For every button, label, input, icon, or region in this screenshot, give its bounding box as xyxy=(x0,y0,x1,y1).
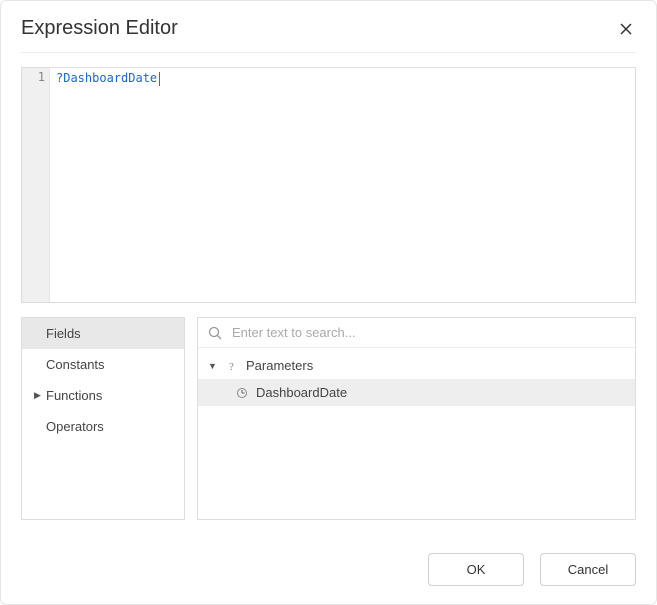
dialog-footer: OK Cancel xyxy=(21,533,636,586)
search-input[interactable] xyxy=(230,324,625,341)
caret-right-icon: ▶ xyxy=(34,390,42,401)
line-number: 1 xyxy=(22,70,45,84)
category-functions[interactable]: ▶ Functions xyxy=(22,380,184,411)
fields-panel: ▼ ? Parameters DashboardDate xyxy=(197,317,636,520)
close-icon xyxy=(620,23,632,35)
category-label: Constants xyxy=(46,357,105,372)
clock-icon xyxy=(236,387,248,399)
ok-button[interactable]: OK xyxy=(428,553,524,586)
search-icon xyxy=(208,326,222,340)
category-list: Fields Constants ▶ Functions Operators xyxy=(21,317,185,520)
dialog-title: Expression Editor xyxy=(21,17,178,40)
text-cursor xyxy=(159,72,160,86)
close-button[interactable] xyxy=(616,19,636,39)
question-icon: ? xyxy=(226,360,238,372)
category-label: Functions xyxy=(46,388,102,403)
category-label: Operators xyxy=(46,419,104,434)
code-content[interactable]: ?DashboardDate xyxy=(50,68,635,302)
svg-text:?: ? xyxy=(229,361,234,372)
tree-group-label: Parameters xyxy=(246,358,313,373)
category-label: Fields xyxy=(46,326,81,341)
search-row xyxy=(198,318,635,348)
dialog-header: Expression Editor xyxy=(21,17,636,53)
code-editor[interactable]: 1 ?DashboardDate xyxy=(21,67,636,303)
fields-tree: ▼ ? Parameters DashboardDate xyxy=(198,348,635,519)
line-gutter: 1 xyxy=(22,68,50,302)
cancel-button[interactable]: Cancel xyxy=(540,553,636,586)
caret-down-icon: ▼ xyxy=(208,361,218,371)
expression-token: ?DashboardDate xyxy=(56,71,157,85)
tree-item-dashboarddate[interactable]: DashboardDate xyxy=(198,379,635,406)
tree-group-parameters[interactable]: ▼ ? Parameters xyxy=(198,352,635,379)
category-operators[interactable]: Operators xyxy=(22,411,184,442)
tree-item-label: DashboardDate xyxy=(256,385,347,400)
expression-editor-dialog: Expression Editor 1 ?DashboardDate Field… xyxy=(0,0,657,605)
lower-panels: Fields Constants ▶ Functions Operators xyxy=(21,317,636,520)
category-constants[interactable]: Constants xyxy=(22,349,184,380)
category-fields[interactable]: Fields xyxy=(22,318,184,349)
